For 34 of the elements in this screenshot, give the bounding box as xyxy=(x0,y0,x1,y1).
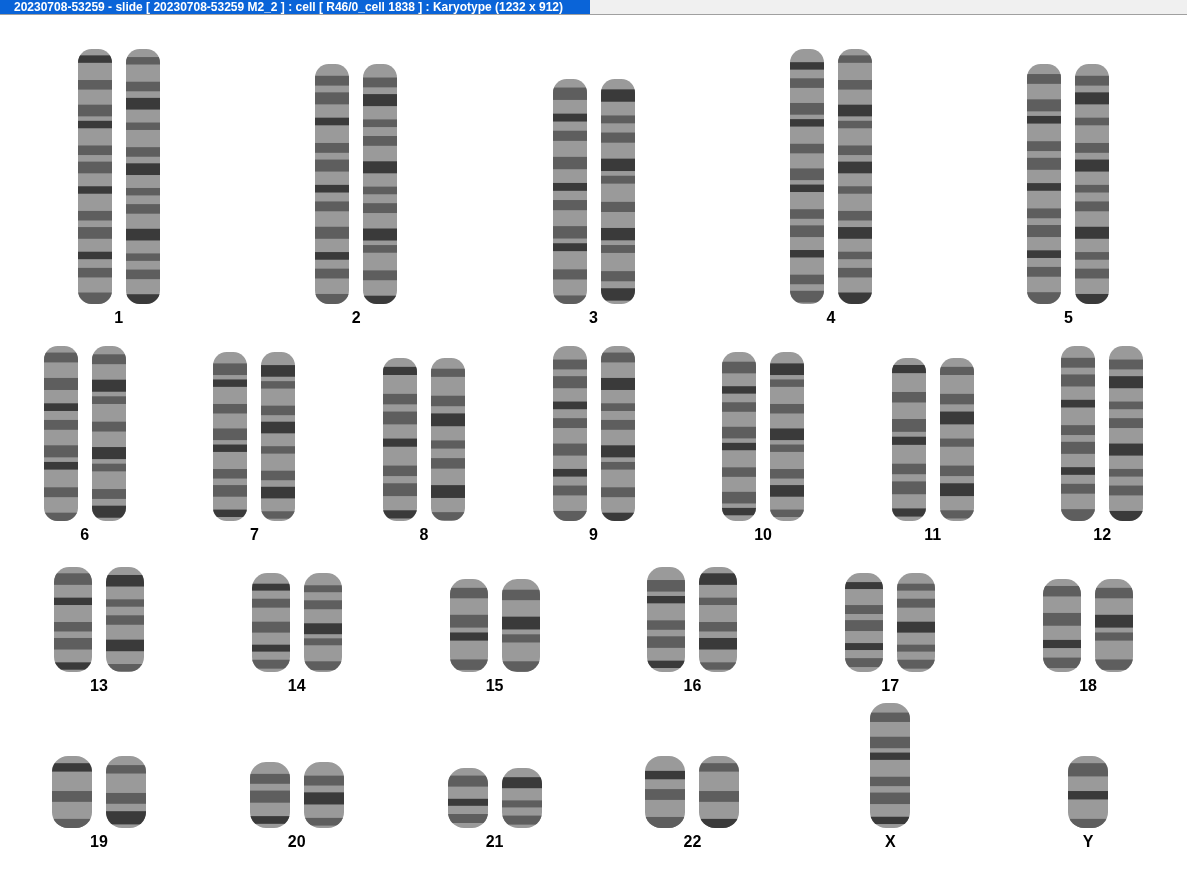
chromosome-drawing xyxy=(1068,756,1109,828)
chromosome-drawing xyxy=(645,756,686,828)
chromosome-drawing xyxy=(105,756,146,828)
chromosome-label: 5 xyxy=(1063,308,1073,328)
chromosome-label: 12 xyxy=(1093,525,1112,545)
chromosome-label: X xyxy=(884,832,896,852)
chromosome-drawing xyxy=(51,756,92,828)
chromosome-label: 20 xyxy=(287,832,306,852)
chromosome-label: 17 xyxy=(881,676,900,696)
chromosome-drawing xyxy=(249,762,290,828)
chromosome-drawing xyxy=(501,768,542,828)
chromosome-label: 10 xyxy=(754,525,772,545)
chromosome-label: 16 xyxy=(683,676,702,696)
chromosome-label: 3 xyxy=(589,308,598,328)
window-title: 20230708-53259 - slide [ 20230708-53259 M2_2 ] : cell [ R46/0_cell 1838 ] : Karyotype (1232 x 912) xyxy=(0,0,590,14)
chromosome-label: 14 xyxy=(287,676,306,696)
chromosome-label: 7 xyxy=(249,525,259,545)
chromosome-label: Y xyxy=(1082,832,1094,852)
chromosome-label: 21 xyxy=(485,832,504,852)
chromosome-drawing xyxy=(447,768,488,828)
chromosome-label: 6 xyxy=(80,525,90,545)
chromosome-label: 9 xyxy=(589,525,598,545)
chromosome-drawing xyxy=(699,756,740,828)
chromosome-label: 15 xyxy=(485,676,504,696)
chromosome-label: 1 xyxy=(114,308,124,328)
chromosome-label: 11 xyxy=(924,525,942,545)
chromosome-drawing xyxy=(303,762,344,828)
chromosome-label: 13 xyxy=(90,676,108,696)
chromosome-label: 18 xyxy=(1079,676,1097,696)
chromosome-label: 4 xyxy=(826,308,836,328)
chromosome-label: 8 xyxy=(419,525,429,545)
chromosome-label: 22 xyxy=(683,832,702,852)
chromosome-label: 19 xyxy=(90,832,108,852)
chromosome-label: 2 xyxy=(351,308,361,328)
